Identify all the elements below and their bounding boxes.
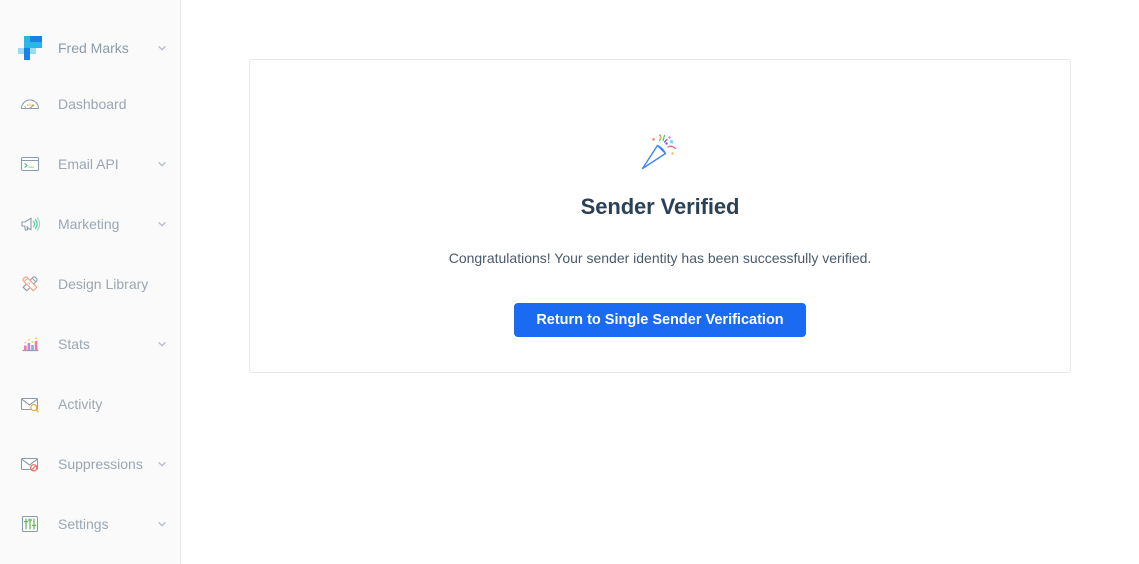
- envelope-search-icon: [18, 392, 42, 416]
- chevron-down-icon[interactable]: [156, 458, 168, 470]
- sidebar-item-stats[interactable]: Stats: [0, 328, 180, 360]
- page-title: Sender Verified: [580, 194, 740, 219]
- sidebar-item-label: Settings: [58, 516, 109, 532]
- pencil-ruler-icon: [18, 272, 42, 296]
- chevron-down-icon[interactable]: [156, 158, 168, 170]
- sidebar-item-label: Email API: [58, 156, 119, 172]
- party-popper-icon: [637, 128, 683, 174]
- brand-account-name: Fred Marks: [58, 40, 129, 56]
- sidebar-item-label: Activity: [58, 396, 103, 412]
- sender-verified-card: Sender Verified Congratulations! Your se…: [249, 59, 1071, 373]
- main-content: Sender Verified Congratulations! Your se…: [181, 0, 1139, 564]
- app-root: Fred Marks Dashboard Email API Marketing…: [0, 0, 1139, 564]
- chevron-down-icon[interactable]: [156, 338, 168, 350]
- sidebar-item-email-api[interactable]: Email API: [0, 148, 180, 180]
- sidebar-nav: Dashboard Email API Marketing Design Lib…: [0, 88, 180, 540]
- megaphone-icon: [18, 212, 42, 236]
- sidebar-item-label: Design Library: [58, 276, 149, 292]
- sidebar-item-label: Marketing: [58, 216, 120, 232]
- sidebar-item-label: Dashboard: [58, 96, 127, 112]
- return-to-single-sender-verification-button[interactable]: Return to Single Sender Verification: [514, 302, 806, 337]
- terminal-window-icon: [18, 152, 42, 176]
- sidebar: Fred Marks Dashboard Email API Marketing…: [0, 0, 181, 564]
- card-message: Congratulations! Your sender identity ha…: [448, 249, 872, 266]
- envelope-blocked-icon: [18, 452, 42, 476]
- sliders-icon: [18, 512, 42, 536]
- sidebar-item-dashboard[interactable]: Dashboard: [0, 88, 180, 120]
- sidebar-item-suppressions[interactable]: Suppressions: [0, 448, 180, 480]
- sidebar-item-marketing[interactable]: Marketing: [0, 208, 180, 240]
- dashboard-gauge-icon: [18, 92, 42, 116]
- chevron-down-icon[interactable]: [156, 218, 168, 230]
- sidebar-item-settings[interactable]: Settings: [0, 508, 180, 540]
- brand-account-switcher[interactable]: Fred Marks: [0, 30, 180, 66]
- chevron-down-icon[interactable]: [156, 42, 168, 54]
- chevron-down-icon[interactable]: [156, 518, 168, 530]
- app-logo-icon: [18, 36, 42, 60]
- sidebar-item-label: Suppressions: [58, 456, 143, 472]
- sidebar-item-activity[interactable]: Activity: [0, 388, 180, 420]
- sidebar-item-design-library[interactable]: Design Library: [0, 268, 180, 300]
- bar-chart-icon: [18, 332, 42, 356]
- sidebar-item-label: Stats: [58, 336, 90, 352]
